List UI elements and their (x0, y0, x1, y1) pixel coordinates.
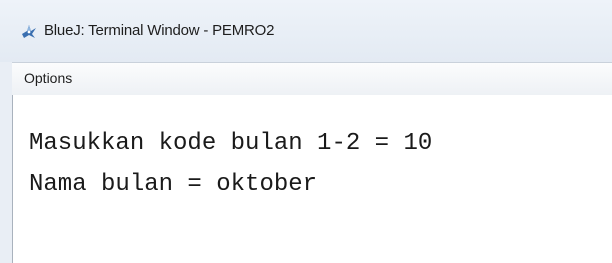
terminal-line: Masukkan kode bulan 1-2 = 10 (29, 130, 433, 157)
window-title: BlueJ: Terminal Window - PEMRO2 (44, 22, 275, 39)
terminal-output-area[interactable]: Masukkan kode bulan 1-2 = 10 Nama bulan … (12, 95, 612, 263)
title-bar[interactable]: BlueJ: Terminal Window - PEMRO2 (0, 0, 612, 62)
options-menu[interactable]: Options (24, 70, 72, 86)
terminal-window: BlueJ: Terminal Window - PEMRO2 Options … (0, 0, 612, 263)
terminal-line: Nama bulan = oktober (29, 171, 318, 198)
menu-bar: Options (12, 62, 612, 96)
bluej-bird-icon (20, 22, 38, 40)
